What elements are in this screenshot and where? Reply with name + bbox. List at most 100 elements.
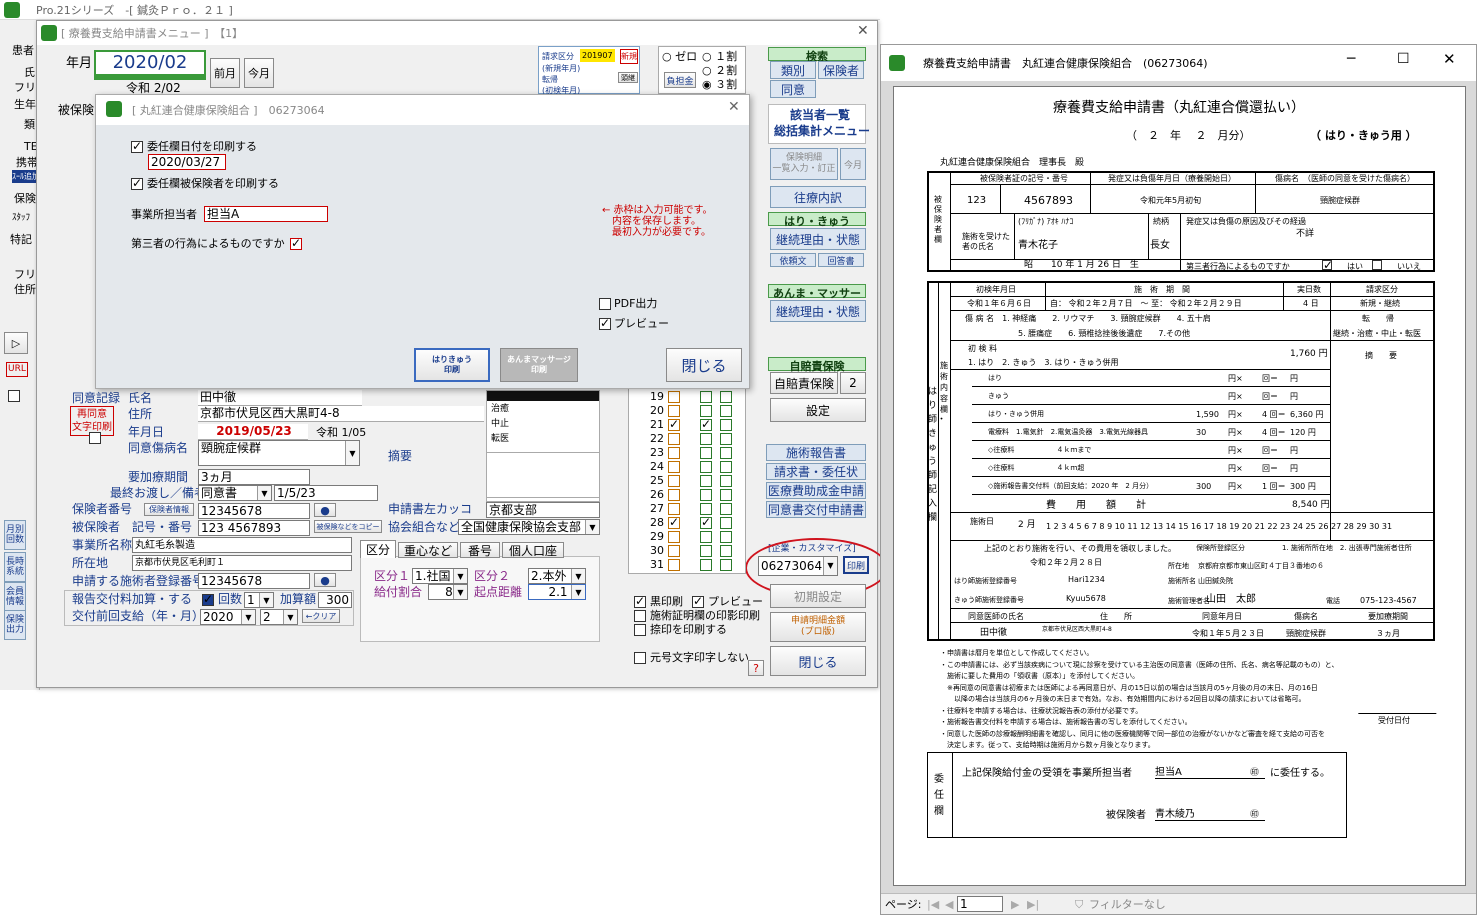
anma-print-button[interactable]: あんまマッサージ 印刷 (500, 348, 578, 382)
kubun2-select[interactable]: 2.本外 ▼ (528, 568, 586, 584)
jusho-field[interactable]: 京都市伏見区西大黒町4-8 (198, 406, 484, 422)
main-close-button[interactable]: 閉じる (770, 646, 866, 676)
koufu-month-select[interactable]: 2 ▼ (260, 609, 298, 625)
last-page-icon[interactable]: ▶| (1027, 898, 1039, 911)
day-checkbox[interactable] (720, 447, 732, 459)
day-checkbox[interactable] (720, 419, 732, 431)
day-checkbox[interactable] (700, 515, 712, 529)
kyokai-select[interactable]: 全国健康保険協会支部 ▼ (458, 519, 600, 535)
shinsei-saki-field[interactable]: 京都支部 (486, 502, 600, 518)
maximize-icon[interactable]: ☐ (1397, 52, 1410, 66)
tab-kubun[interactable]: 区分 (360, 540, 396, 558)
kongetsu-button[interactable]: 今月 (840, 148, 866, 180)
ratio-radio-1[interactable]: ○ １割 (702, 50, 737, 63)
day-checkbox[interactable] (700, 391, 712, 403)
main-close-icon[interactable]: ✕ (857, 24, 869, 38)
preview-close-icon[interactable]: ✕ (1443, 52, 1456, 67)
dialog-cb-hihoken[interactable] (131, 176, 143, 190)
dialog-cb-date[interactable] (131, 139, 143, 153)
dialog-close-icon[interactable]: ✕ (728, 100, 740, 114)
kaisu-select[interactable]: 1 ▼ (244, 592, 274, 608)
day-checkbox[interactable] (668, 447, 680, 459)
keizoku2-button[interactable]: 継続理由・状態 (770, 300, 866, 322)
ouryou-button[interactable]: 往療内訳 (770, 186, 866, 208)
day-checkbox[interactable] (720, 391, 732, 403)
hihoken-field[interactable]: 123 4567893 (198, 520, 310, 536)
jibai-count-button[interactable]: 2 (840, 372, 866, 394)
hihoken-copy-button[interactable]: 被保険などをコピー (314, 520, 382, 533)
tekiyou-box[interactable] (486, 452, 600, 498)
day-checkbox[interactable] (720, 517, 732, 529)
seikyusho-button[interactable]: 請求書・委任状 (766, 463, 866, 480)
day-checkbox[interactable] (668, 503, 680, 515)
hokensha-dot-button[interactable]: ● (314, 503, 336, 517)
first-page-icon[interactable]: |◀ (927, 898, 939, 911)
day-checkbox[interactable] (720, 433, 732, 445)
daisan-checkbox[interactable] (290, 236, 302, 250)
day-checkbox[interactable] (720, 475, 732, 487)
houkoku-checkbox[interactable] (202, 592, 214, 606)
day-checkbox[interactable] (668, 475, 680, 487)
ruibetsu-button[interactable]: 類別 (770, 61, 816, 79)
day-checkbox[interactable] (700, 489, 712, 501)
day-checkbox[interactable] (700, 545, 712, 557)
dialog-close-button[interactable]: 閉じる (666, 348, 742, 382)
ratio-radio-zero[interactable]: ○ ゼロ (662, 50, 697, 63)
gengo-checkbox[interactable] (634, 652, 646, 664)
kasan-field[interactable]: 300 (318, 592, 352, 608)
shoki-settei-button[interactable]: 初期設定 (770, 584, 866, 608)
day-checkbox[interactable] (700, 433, 712, 445)
settei-button[interactable]: 設定 (770, 398, 866, 422)
jigyousho-field[interactable]: 丸紅毛糸製造 (132, 537, 352, 553)
left-checkbox[interactable] (8, 390, 20, 402)
day-checkbox[interactable] (668, 489, 680, 501)
tab-kouza[interactable]: 個人口座 (502, 542, 564, 558)
saido-checkbox[interactable] (89, 432, 101, 444)
hokensha-button[interactable]: 保険者 (818, 61, 864, 79)
shimei-field[interactable]: 田中徹 (198, 390, 362, 406)
day-checkbox[interactable] (668, 433, 680, 445)
day-checkbox[interactable] (700, 447, 712, 459)
kikan-field[interactable]: 3ヵ月 (198, 469, 310, 485)
side-button-history[interactable]: 長時系統 (4, 552, 26, 582)
shijutsu-houkoku-button[interactable]: 施術報告書 (766, 444, 866, 461)
pdf-checkbox[interactable] (599, 298, 611, 310)
day-checkbox[interactable] (720, 531, 732, 543)
kaitou-button[interactable]: 回答書 (818, 253, 864, 267)
soukatsu-link[interactable]: 総括集計メニュー (774, 125, 870, 138)
prev-page-icon[interactable]: ◀ (945, 898, 953, 911)
inkan-checkbox[interactable] (634, 624, 646, 636)
dialog-date-field[interactable]: 2020/03/27 (148, 154, 226, 170)
day-checkbox[interactable] (720, 461, 732, 473)
day-checkbox[interactable] (668, 531, 680, 543)
kuro-checkbox[interactable] (634, 594, 646, 608)
day-checkbox[interactable] (668, 417, 680, 431)
tenki-button[interactable]: 頭継 (618, 72, 638, 83)
irai-button[interactable]: 依頼文 (770, 253, 816, 267)
doui-button[interactable]: 同意 (770, 80, 816, 98)
douisho-button[interactable]: 同意書交付申請書 (766, 501, 866, 518)
kyufu-select[interactable]: 8 ▼ (428, 584, 468, 600)
day-checkbox[interactable] (668, 391, 680, 403)
next-page-icon[interactable]: ▶ (1011, 898, 1019, 911)
day-checkbox[interactable] (700, 417, 712, 431)
harikyu-print-button[interactable]: はりきゅう 印刷 (414, 348, 490, 382)
clear-button[interactable]: ←クリア (302, 609, 340, 623)
page-input[interactable]: 1 (957, 896, 1003, 912)
this-month-button[interactable]: 今月 (244, 58, 274, 88)
shomei-checkbox[interactable] (634, 610, 646, 622)
day-checkbox[interactable] (720, 545, 732, 557)
byoumei-field[interactable]: 頸腕症候群 ▼ (198, 440, 360, 466)
preview-checkbox[interactable] (692, 594, 704, 608)
day-checkbox[interactable] (668, 461, 680, 473)
day-checkbox[interactable] (720, 559, 732, 571)
tab-juushin[interactable]: 重心など (398, 542, 458, 558)
saishu-select[interactable]: 同意書 ▼ (198, 485, 272, 501)
day-checkbox[interactable] (700, 531, 712, 543)
filter-label[interactable]: フィルターなし (1089, 898, 1166, 911)
iryouhi-button[interactable]: 医療費助成金申請 (766, 482, 866, 499)
hokensha-field[interactable]: 12345678 (198, 503, 310, 519)
listbox-item[interactable]: 中止 (491, 418, 509, 431)
side-button-monthly[interactable]: 月別回数 (4, 520, 26, 550)
day-checkbox[interactable] (700, 503, 712, 515)
